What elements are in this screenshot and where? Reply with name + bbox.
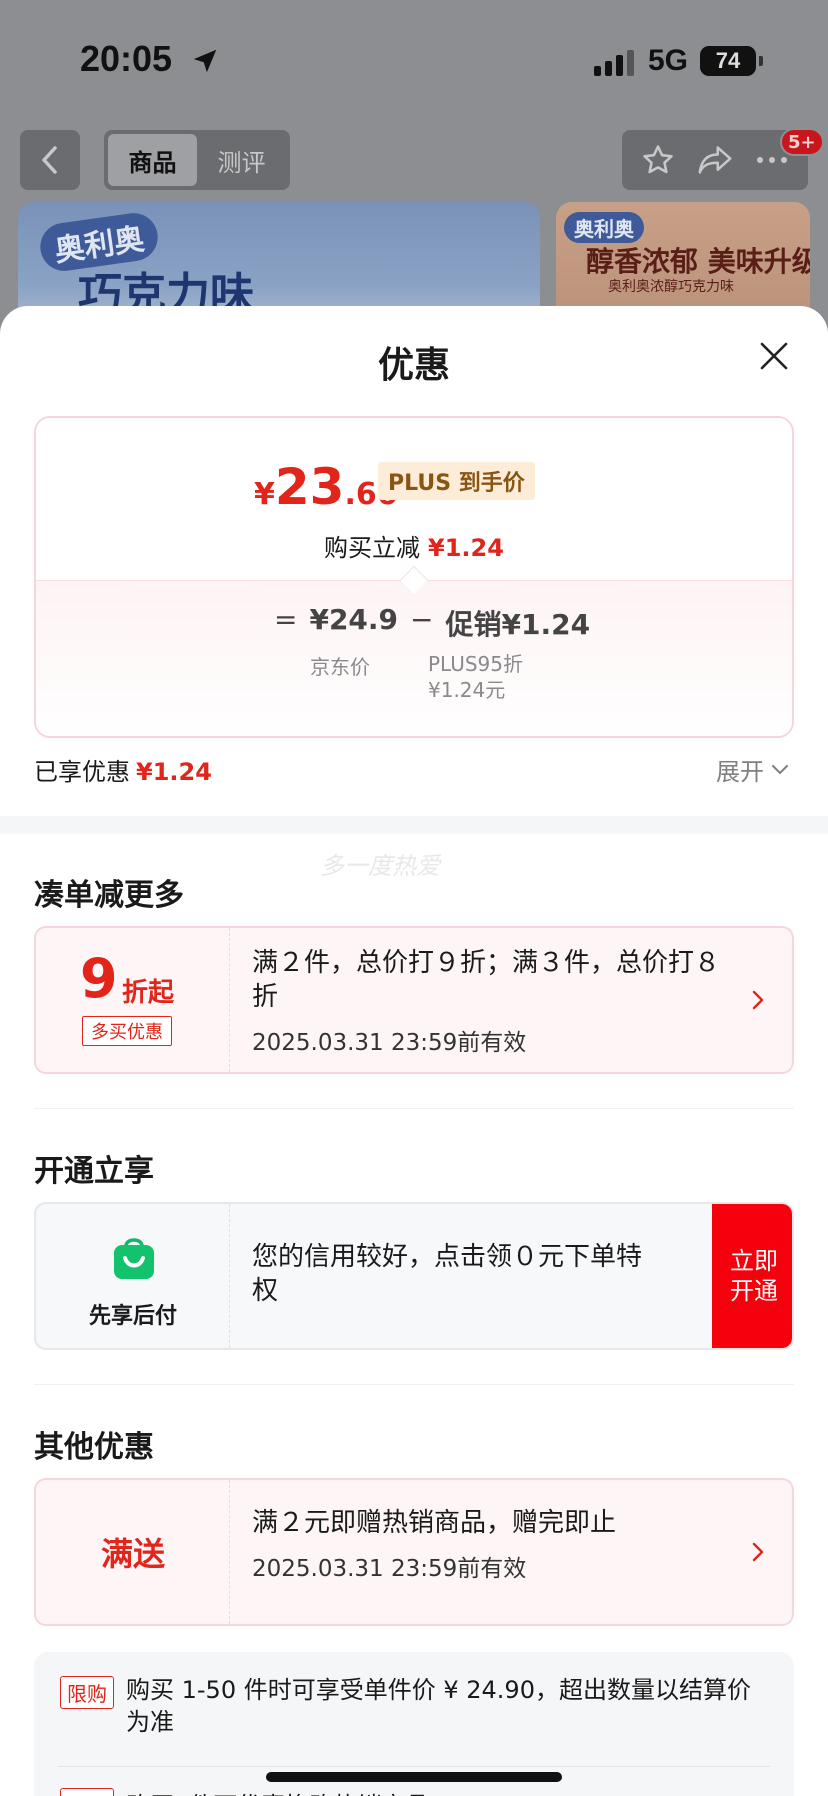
jd-price-label: 京东价 bbox=[310, 655, 370, 679]
credit-section-title: 开通立享 bbox=[34, 1154, 154, 1189]
limit-separator bbox=[58, 1766, 770, 1767]
credit-pay-card[interactable]: 先享后付 您的信用较好，点击领０元下单特权 立即开通 bbox=[34, 1202, 794, 1350]
credit-pay-badge: 先享后付 bbox=[36, 1204, 230, 1348]
home-indicator[interactable] bbox=[266, 1772, 562, 1782]
banner-subtitle: 奥利奥浓醇巧克力味 bbox=[608, 279, 734, 295]
price-card: ¥ 23 .66 PLUS 到手价 购买立减 ¥1.24 = ¥24.9 − 促销… bbox=[34, 416, 794, 738]
chevron-right-icon bbox=[752, 928, 764, 1072]
section-separator bbox=[34, 1384, 794, 1385]
gift-tag: 满送 bbox=[100, 1535, 165, 1573]
discount-unit: 折起 bbox=[122, 978, 175, 1008]
enjoyed-discount: 已享优惠 ¥1.24 bbox=[34, 752, 212, 787]
other-section-title: 其他优惠 bbox=[34, 1430, 154, 1465]
reduction-label: 购买立减 bbox=[324, 534, 421, 562]
expand-button[interactable]: 展开 bbox=[716, 752, 788, 787]
gift-offer-desc: 满２元即赠热销商品，赠完即止 bbox=[252, 1508, 617, 1538]
promo-detail-line-1: PLUS95折 bbox=[428, 652, 523, 676]
exchange-text: 购买1件可优惠换购热销商品 bbox=[126, 1786, 766, 1796]
chevron-left-icon bbox=[42, 146, 57, 174]
gift-offer-card[interactable]: 满送 满２元即赠热销商品，赠完即止 2025.03.31 23:59前有效 bbox=[34, 1478, 794, 1626]
price-summary: ¥ 23 .66 PLUS 到手价 购买立减 ¥1.24 bbox=[36, 418, 792, 580]
price-breakdown: = ¥24.9 − 促销¥1.24 京东价 PLUS95折 ¥1.24元 bbox=[36, 580, 792, 736]
share-icon[interactable] bbox=[697, 144, 733, 176]
network-type: 5G bbox=[648, 44, 689, 77]
bundle-offer-date: 2025.03.31 23:59前有效 bbox=[252, 1030, 527, 1056]
gift-offer-info: 满２元即赠热销商品，赠完即止 2025.03.31 23:59前有效 bbox=[252, 1506, 742, 1586]
limit-text: 购买 1-50 件时可享受单件价 ¥ 24.90，超出数量以结算价为准 bbox=[126, 1676, 751, 1736]
cellular-signal-icon bbox=[594, 50, 634, 76]
enjoyed-value: ¥1.24 bbox=[136, 758, 212, 786]
banner-tagline: 醇香浓郁 美味升级 bbox=[586, 245, 810, 278]
credit-pay-label: 先享后付 bbox=[88, 1304, 177, 1329]
promo-detail-line-2: ¥1.24元 bbox=[428, 678, 506, 702]
formula-equals: = bbox=[274, 603, 298, 636]
battery-icon: 74 bbox=[700, 46, 763, 76]
limit-tag: 限购 bbox=[60, 1676, 114, 1709]
multi-buy-tag: 多买优惠 bbox=[82, 1016, 172, 1046]
final-price: ¥ 23 .66 bbox=[254, 458, 398, 516]
plus-price-tag: PLUS 到手价 bbox=[378, 462, 535, 500]
credit-pay-desc: 您的信用较好，点击领０元下单特权 bbox=[252, 1242, 643, 1306]
close-icon bbox=[760, 342, 788, 370]
bundle-offer-desc: 满２件，总价打９折；满３件，总价打８折 bbox=[252, 948, 721, 1012]
tab-product[interactable]: 商品 bbox=[108, 134, 197, 186]
brand-logo-small: 奥利奥 bbox=[564, 212, 644, 243]
close-button[interactable] bbox=[754, 336, 794, 376]
price-formula: = ¥24.9 − 促销¥1.24 bbox=[274, 603, 590, 643]
promo-amount: 促销¥1.24 bbox=[445, 608, 591, 641]
price-integer: 23 bbox=[274, 458, 345, 516]
section-separator bbox=[34, 1108, 794, 1109]
expand-label: 展开 bbox=[716, 758, 764, 786]
activate-now-button[interactable]: 立即开通 bbox=[712, 1204, 792, 1348]
star-icon[interactable] bbox=[641, 143, 675, 177]
more-icon[interactable] bbox=[755, 155, 789, 165]
shopping-bag-icon bbox=[114, 1238, 154, 1279]
instant-reduction: 购买立减 ¥1.24 bbox=[36, 528, 792, 563]
watermark-text: 多一度热爱 bbox=[320, 852, 440, 880]
status-time: 20:05 bbox=[80, 38, 173, 79]
location-arrow-icon bbox=[193, 49, 217, 73]
chevron-right-icon bbox=[752, 1480, 764, 1624]
bundle-section-title: 凑单减更多 bbox=[34, 878, 184, 913]
reduction-value: ¥1.24 bbox=[428, 534, 504, 562]
bundle-offer-info: 满２件，总价打９折；满３件，总价打８折 2025.03.31 23:59前有效 bbox=[252, 946, 742, 1060]
gift-offer-date: 2025.03.31 23:59前有效 bbox=[252, 1556, 527, 1582]
background-page: 20:05 5G 74 商品 测评 5+ 奥利奥 巧克力味 奥利奥 醇香浓郁 美… bbox=[0, 0, 828, 342]
formula-minus: − bbox=[410, 603, 434, 636]
discount-sheet: 优惠 ¥ 23 .66 PLUS 到手价 购买立减 ¥1.24 = ¥24.9 −… bbox=[0, 306, 828, 1796]
status-bar: 20:05 5G 74 bbox=[0, 0, 828, 120]
chevron-down-icon bbox=[772, 764, 788, 774]
top-tabs: 商品 测评 bbox=[104, 130, 290, 190]
bundle-offer-card[interactable]: 9 折起 多买优惠 满２件，总价打９折；满３件，总价打８折 2025.03.31… bbox=[34, 926, 794, 1074]
tab-review[interactable]: 测评 bbox=[197, 134, 286, 186]
sheet-title: 优惠 bbox=[377, 345, 450, 386]
bundle-discount-badge: 9 折起 多买优惠 bbox=[36, 928, 230, 1072]
message-badge: 5+ bbox=[780, 128, 824, 156]
exchange-tag: 换购 bbox=[60, 1788, 114, 1796]
back-button[interactable] bbox=[20, 130, 80, 190]
jd-price: ¥24.9 bbox=[309, 603, 399, 636]
section-divider bbox=[0, 816, 828, 834]
promo-detail: PLUS95折 ¥1.24元 bbox=[428, 651, 523, 703]
discount-number: 9 bbox=[80, 947, 118, 1010]
currency-symbol: ¥ bbox=[254, 477, 275, 512]
enjoyed-label: 已享优惠 bbox=[34, 758, 130, 786]
gift-badge: 满送 bbox=[36, 1480, 230, 1624]
